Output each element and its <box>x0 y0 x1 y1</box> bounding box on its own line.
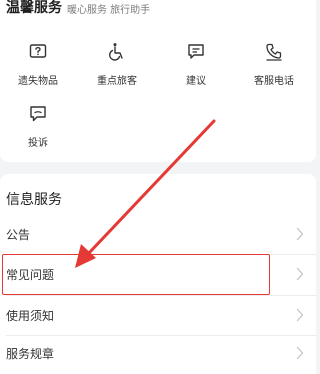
list-item-faq[interactable]: 常见问题 <box>0 254 316 294</box>
list-item-usage-notes[interactable]: 使用须知 <box>0 295 316 335</box>
lost-item-icon <box>29 44 47 58</box>
service-lost-items[interactable]: 遗失物品 <box>7 42 69 87</box>
chevron-right-icon <box>296 308 304 322</box>
wheelchair-icon <box>109 43 123 61</box>
service-hotline[interactable]: 客服电话 <box>243 42 305 87</box>
suggestion-icon <box>188 44 204 59</box>
list-item-announcement[interactable]: 公告 <box>0 214 316 254</box>
list-item-label: 使用须知 <box>6 309 55 323</box>
service-key-passengers[interactable]: 重点旅客 <box>86 42 148 87</box>
phone-icon <box>266 43 282 61</box>
info-service-title: 信息服务 <box>6 192 62 208</box>
service-complaint[interactable]: 投诉 <box>7 104 69 149</box>
service-suggestion-label: 建议 <box>186 76 206 87</box>
list-item-label: 公告 <box>6 228 31 242</box>
service-lost-items-label: 遗失物品 <box>18 76 58 87</box>
complaint-icon <box>30 106 46 122</box>
service-hotline-label: 客服电话 <box>254 76 294 87</box>
list-item-label: 常见问题 <box>6 268 55 282</box>
warm-service-title: 温馨服务 <box>6 0 62 16</box>
list-item-label: 服务规章 <box>6 347 55 361</box>
list-item-service-rules[interactable]: 服务规章 <box>0 333 316 373</box>
service-suggestion[interactable]: 建议 <box>165 42 227 87</box>
chevron-right-icon <box>296 227 304 241</box>
service-key-passengers-label: 重点旅客 <box>97 76 137 87</box>
chevron-right-icon <box>296 267 304 281</box>
warm-service-subtitle: 暖心服务 旅行助手 <box>67 5 151 16</box>
service-complaint-label: 投诉 <box>28 138 48 149</box>
